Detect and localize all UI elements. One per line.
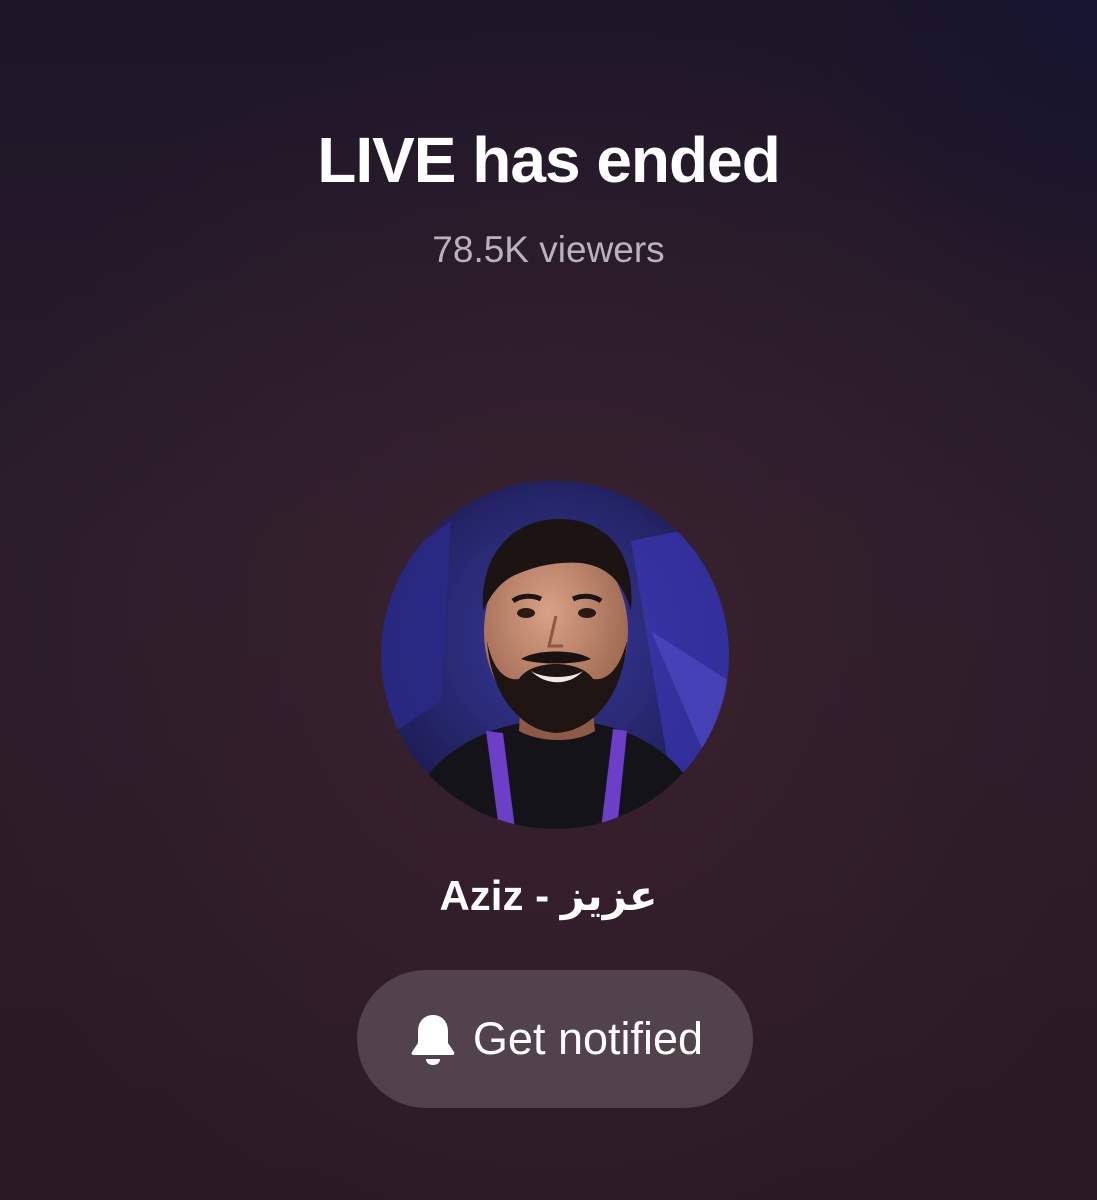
get-notified-button[interactable]: Get notified (357, 970, 753, 1108)
live-ended-title: LIVE has ended (317, 124, 781, 196)
avatar-photo (381, 481, 729, 829)
avatar[interactable] (381, 481, 729, 829)
get-notified-label: Get notified (472, 1013, 704, 1064)
viewer-count: 78.5K viewers (432, 229, 665, 270)
username[interactable]: Aziz - عزيز (0, 868, 1097, 924)
bell-icon (407, 1011, 459, 1067)
